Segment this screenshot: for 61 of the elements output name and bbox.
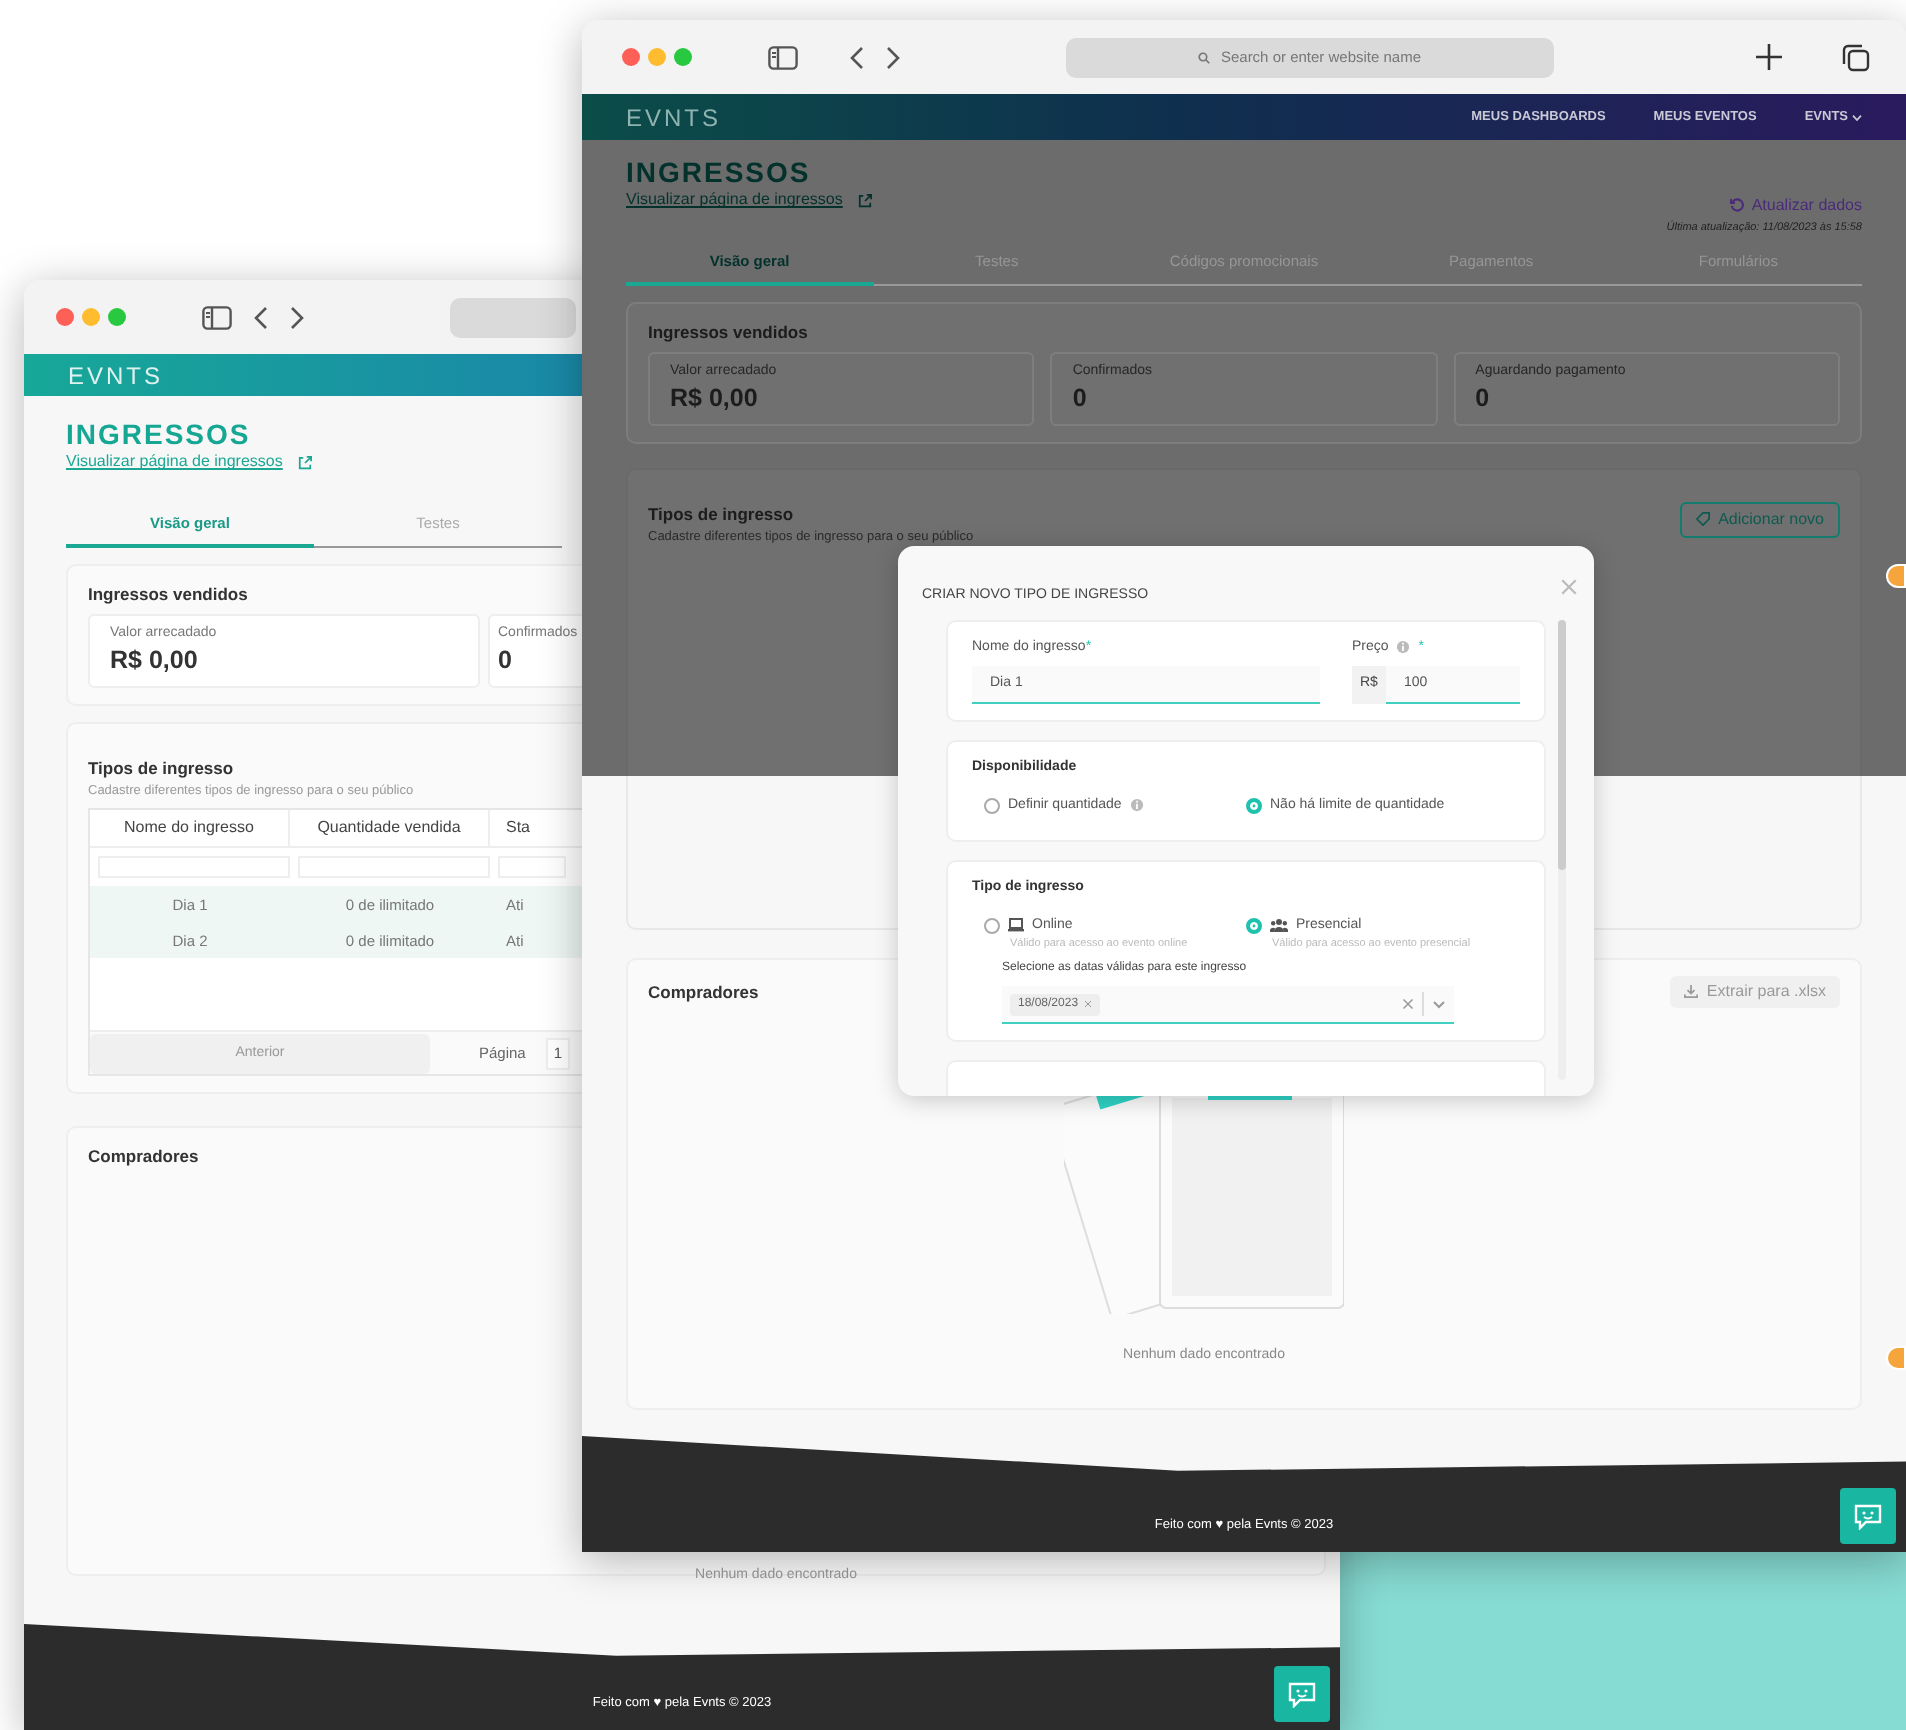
stat-value: R$ 0,00 xyxy=(670,383,760,414)
scrollbar-track[interactable] xyxy=(1558,619,1566,1079)
close-icon[interactable] xyxy=(1560,578,1578,596)
add-new-button[interactable]: Adicionar novo xyxy=(1680,501,1840,538)
download-icon xyxy=(1684,984,1699,999)
external-link-icon xyxy=(298,455,313,470)
radio-button[interactable] xyxy=(984,917,1000,934)
chat-button[interactable] xyxy=(1840,1488,1896,1544)
chat-icon xyxy=(1854,1503,1882,1529)
stat-value: 0 xyxy=(498,645,514,676)
forward-icon[interactable] xyxy=(886,45,900,69)
clear-icon[interactable] xyxy=(1402,998,1414,1011)
address-bar[interactable] xyxy=(450,297,576,337)
radio-button[interactable] xyxy=(1246,797,1262,814)
chevron-down-icon[interactable] xyxy=(1432,999,1446,1010)
tag-icon xyxy=(1696,512,1711,527)
close-window-button[interactable] xyxy=(622,48,640,66)
tab-overview-icon[interactable] xyxy=(1842,43,1870,71)
card-title: Ingressos vendidos xyxy=(648,319,808,345)
card-title: Compradores xyxy=(648,979,759,1005)
sidebar-icon[interactable] xyxy=(202,305,232,329)
laptop-icon xyxy=(1008,918,1024,933)
forward-icon[interactable] xyxy=(290,305,304,329)
search-icon xyxy=(1198,51,1211,63)
page-link[interactable]: Visualizar página de ingressos xyxy=(626,188,843,213)
minimize-window-button[interactable] xyxy=(648,48,666,66)
close-window-button[interactable] xyxy=(56,308,74,326)
brand-logo[interactable]: EVNTS xyxy=(68,357,164,393)
card-title: Tipos de ingresso xyxy=(648,501,794,528)
people-icon xyxy=(1270,918,1288,933)
card-title: Ingressos vendidos xyxy=(88,581,248,607)
radio-button[interactable] xyxy=(984,797,1000,814)
info-icon xyxy=(1396,640,1411,655)
column-header: Nome do ingresso xyxy=(90,810,290,847)
back-icon[interactable] xyxy=(254,305,268,329)
column-filter-field[interactable] xyxy=(498,856,566,879)
maximize-window-button[interactable] xyxy=(108,308,126,326)
stat-value: 0 xyxy=(1072,383,1089,414)
external-link-icon xyxy=(858,193,873,208)
column-header: Sta xyxy=(504,816,533,841)
sidebar-icon[interactable] xyxy=(768,45,798,69)
page-title: INGRESSOS xyxy=(66,420,253,451)
remove-icon[interactable] xyxy=(1084,1000,1093,1009)
stat-value: 0 xyxy=(1475,383,1492,414)
brand-logo[interactable]: EVNTS xyxy=(626,99,722,135)
stat-value: R$ 0,00 xyxy=(110,645,200,676)
refresh-link[interactable]: Atualizar dados xyxy=(1729,193,1862,218)
back-icon[interactable] xyxy=(850,45,864,69)
page-link[interactable]: Visualizar página de ingressos xyxy=(66,450,283,475)
page-title: INGRESSOS xyxy=(626,158,813,189)
card-title: Tipos de ingresso xyxy=(88,755,234,782)
minimize-window-button[interactable] xyxy=(82,308,100,326)
chat-button[interactable] xyxy=(1274,1666,1330,1722)
scrollbar-thumb[interactable] xyxy=(1558,619,1566,869)
radio-button[interactable] xyxy=(1246,917,1262,934)
refresh-icon xyxy=(1729,198,1744,213)
column-header: Quantidade vendida xyxy=(290,810,490,847)
card-title: Compradores xyxy=(88,1144,199,1171)
new-tab-icon[interactable] xyxy=(1756,44,1782,70)
maximize-window-button[interactable] xyxy=(674,48,692,66)
chat-icon xyxy=(1288,1681,1316,1707)
